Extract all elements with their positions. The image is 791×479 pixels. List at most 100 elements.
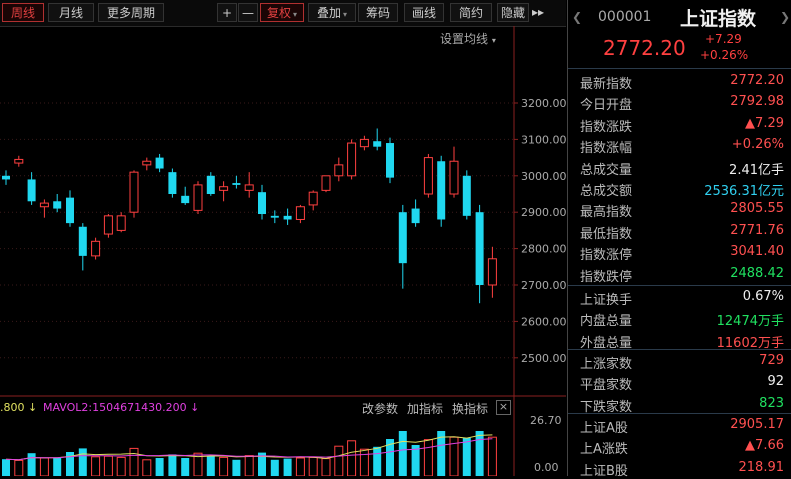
candle-body bbox=[53, 201, 62, 209]
quote-value: 2771.76 bbox=[730, 222, 784, 238]
candle-body bbox=[116, 215, 126, 231]
volume-bar bbox=[244, 455, 254, 476]
switch-indicator-button[interactable]: 换指标 bbox=[452, 400, 488, 417]
price-tick-label: 2500.00 bbox=[521, 352, 566, 365]
candle-body bbox=[411, 208, 420, 224]
quote-row: 总成交额 2536.31亿元 bbox=[568, 179, 791, 199]
price-tick-label: 3200.00 bbox=[521, 97, 566, 110]
quote-value: ▲7.29 bbox=[745, 115, 784, 131]
tab-more-periods[interactable]: 更多周期 bbox=[98, 3, 164, 22]
price-tick-label: 2700.00 bbox=[521, 279, 566, 292]
draw-line-button[interactable]: 画线 bbox=[404, 3, 444, 22]
adjust-button[interactable]: 复权 ▾ bbox=[260, 3, 304, 22]
add-indicator-button[interactable]: 加指标 bbox=[407, 400, 443, 417]
quote-row: 最高指数 2805.55 bbox=[568, 200, 791, 220]
candle-body bbox=[386, 143, 394, 178]
candle-body bbox=[283, 215, 292, 220]
overlay-button[interactable]: 叠加 ▾ bbox=[308, 3, 356, 22]
quote-row: 上证A股 2905.17 bbox=[568, 416, 791, 436]
quote-label: 上证换手 bbox=[580, 293, 633, 308]
volume-tick-top: 26.70 bbox=[530, 414, 562, 427]
quote-value: ▲7.66 bbox=[745, 438, 784, 454]
quote-label: 上涨家数 bbox=[580, 357, 633, 372]
volume-bar bbox=[39, 457, 49, 476]
quote-value: 2792.98 bbox=[730, 94, 784, 110]
zoom-in-button[interactable]: + bbox=[217, 3, 237, 22]
volume-bar bbox=[347, 440, 357, 476]
next-stock-icon[interactable]: ❯ bbox=[780, 10, 790, 24]
volume-bar bbox=[142, 459, 152, 476]
candle-body bbox=[91, 240, 101, 257]
quote-value: 729 bbox=[759, 353, 784, 368]
candle-body bbox=[193, 184, 203, 211]
price-change-pct: +0.26% bbox=[700, 48, 749, 62]
overlay-label: 叠加 bbox=[316, 6, 341, 20]
quote-value: 92 bbox=[767, 374, 784, 390]
quote-label: 内盘总量 bbox=[580, 314, 633, 330]
quote-label: 外盘总量 bbox=[580, 335, 633, 351]
quote-value: +0.26% bbox=[731, 137, 784, 153]
volume-bar bbox=[116, 456, 126, 476]
prev-stock-icon[interactable]: ❮ bbox=[572, 10, 582, 24]
price-tick-label: 2600.00 bbox=[521, 315, 566, 328]
quote-value: 2772.20 bbox=[730, 73, 784, 88]
volume-bar bbox=[462, 437, 471, 476]
simple-mode-button[interactable]: 简约 bbox=[450, 3, 492, 22]
stock-name: 上证指数 bbox=[680, 8, 757, 30]
quote-label: 上证A股 bbox=[580, 421, 628, 436]
quote-label: 平盘家数 bbox=[580, 378, 633, 394]
candle-body bbox=[258, 192, 266, 215]
candle-body bbox=[295, 206, 305, 220]
volume-bars bbox=[2, 431, 497, 476]
stock-code: 000001 bbox=[598, 9, 652, 25]
candle-body bbox=[437, 161, 446, 220]
quote-value: 2488.42 bbox=[730, 265, 784, 281]
zoom-out-button[interactable]: — bbox=[238, 3, 258, 22]
close-icon[interactable]: × bbox=[496, 400, 511, 415]
candle-body bbox=[206, 175, 215, 194]
candle-body bbox=[39, 202, 49, 208]
quote-label: 今日开盘 bbox=[580, 98, 633, 114]
chevron-down-icon: ▾ bbox=[293, 10, 298, 19]
volume-bar bbox=[53, 458, 62, 476]
candle-body bbox=[373, 141, 382, 147]
price-tick-label: 3000.00 bbox=[521, 170, 566, 183]
expand-icon[interactable]: ▸▸ bbox=[529, 3, 547, 22]
chips-button[interactable]: 筹码 bbox=[358, 3, 398, 22]
tab-monthly[interactable]: 月线 bbox=[48, 3, 94, 22]
volume-bar bbox=[155, 458, 164, 476]
volume-bar bbox=[487, 436, 497, 476]
candle-body bbox=[78, 226, 87, 256]
quote-label: 指数跌停 bbox=[580, 269, 633, 285]
quote-label: 指数涨跌 bbox=[580, 119, 633, 135]
candle-body bbox=[142, 160, 152, 166]
quote-label: 最低指数 bbox=[580, 226, 633, 242]
tab-weekly[interactable]: 周线 bbox=[2, 3, 44, 22]
quote-value: 2905.17 bbox=[730, 417, 784, 432]
volume-bar bbox=[103, 455, 113, 476]
volume-bar bbox=[283, 458, 292, 476]
price-tick-label: 2800.00 bbox=[521, 243, 566, 256]
quote-row: 总成交量 2.41亿手 bbox=[568, 158, 791, 178]
ma-settings-button[interactable]: 设置均线 ▾ bbox=[440, 30, 496, 47]
quote-row: 上证换手 0.67% bbox=[568, 288, 791, 308]
candle-body bbox=[2, 175, 10, 180]
quote-value: 0.67% bbox=[742, 289, 784, 304]
price-tick-label: 2900.00 bbox=[521, 206, 566, 219]
candle-body bbox=[66, 197, 74, 224]
volume-bar bbox=[91, 456, 101, 476]
candle-body bbox=[14, 158, 24, 164]
volume-bar bbox=[423, 439, 433, 476]
quote-row: 指数涨停 3041.40 bbox=[568, 243, 791, 263]
candle-body bbox=[321, 175, 331, 191]
quote-row: 指数涨幅 +0.26% bbox=[568, 136, 791, 156]
ma-settings-label: 设置均线 bbox=[440, 32, 489, 46]
volume-legend-mavol: MAVOL2:1504671430.200 ↓ bbox=[43, 401, 200, 414]
volume-bar bbox=[129, 447, 139, 476]
volume-bar bbox=[334, 445, 344, 476]
hide-button[interactable]: 隐藏 bbox=[497, 3, 529, 22]
candle-body bbox=[103, 215, 113, 235]
volume-bar bbox=[359, 448, 369, 476]
edit-params-button[interactable]: 改参数 bbox=[362, 400, 398, 417]
quote-label: 最高指数 bbox=[580, 205, 633, 221]
